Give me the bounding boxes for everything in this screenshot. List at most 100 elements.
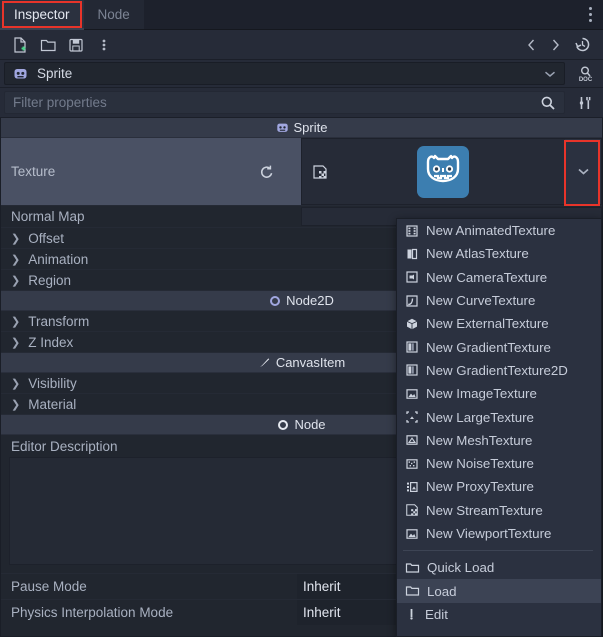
animated-texture-icon [405, 224, 419, 238]
menu-item-edit[interactable]: Edit [397, 603, 601, 626]
kebab-menu-icon[interactable] [577, 0, 603, 29]
property-group-transform-label: Transform [28, 313, 90, 329]
menu-item-new-meshtexture[interactable]: New MeshTexture [397, 429, 601, 452]
menu-item-load[interactable]: Load [397, 579, 601, 603]
menu-item-label: Load [427, 583, 457, 599]
physics-interpolation-mode-label: Physics Interpolation Mode [11, 605, 174, 620]
resource-more-menu-icon[interactable] [90, 32, 118, 58]
gradient-texture-icon [405, 340, 419, 354]
tab-inspector-label: Inspector [14, 7, 70, 22]
menu-item-label: New GradientTexture2D [426, 362, 568, 378]
section-title-node2d: Node2D [286, 293, 334, 308]
chevron-right-icon: ❯ [11, 274, 21, 287]
large-texture-icon [405, 410, 419, 424]
menu-separator [403, 550, 593, 552]
camera-texture-icon [405, 270, 419, 284]
gradient-texture-2d-icon [405, 363, 419, 377]
menu-item-label: New NoiseTexture [426, 456, 534, 472]
menu-item-quick-load[interactable]: Quick Load [397, 556, 601, 579]
menu-item-new-imagetexture[interactable]: New ImageTexture [397, 382, 601, 405]
chevron-right-icon: ❯ [11, 398, 21, 411]
curve-texture-icon [405, 294, 419, 308]
menu-item-new-noisetexture[interactable]: New NoiseTexture [397, 452, 601, 475]
node-type-selector[interactable]: Sprite [4, 62, 565, 85]
search-icon[interactable] [540, 95, 556, 111]
history-back-button[interactable] [519, 32, 543, 58]
property-group-region-label: Region [28, 272, 71, 288]
folder-icon [405, 561, 420, 575]
node2d-icon [269, 295, 281, 307]
menu-item-new-atlastexture[interactable]: New AtlasTexture [397, 242, 601, 265]
viewport-texture-icon [405, 527, 419, 541]
image-texture-icon [405, 387, 419, 401]
chevron-right-icon: ❯ [11, 315, 21, 328]
menu-item-new-proxytexture[interactable]: New ProxyTexture [397, 475, 601, 498]
menu-item-label: New CameraTexture [426, 269, 548, 285]
menu-item-new-gradienttexture[interactable]: New GradientTexture [397, 335, 601, 358]
menu-item-label: New StreamTexture [426, 502, 543, 518]
property-group-material-label: Material [28, 396, 77, 412]
revert-icon[interactable] [259, 164, 275, 180]
sprite-icon [276, 121, 289, 134]
history-forward-button[interactable] [543, 32, 567, 58]
section-title-node: Node [294, 417, 326, 432]
menu-item-new-externaltexture[interactable]: New ExternalTexture [397, 312, 601, 335]
chevron-right-icon: ❯ [11, 377, 21, 390]
menu-item-label: New AnimatedTexture [426, 223, 556, 239]
sprite-node-icon [13, 66, 28, 81]
property-row-texture[interactable]: Texture [1, 138, 602, 206]
tab-bar-spacer [143, 0, 577, 29]
open-documentation-icon[interactable]: DOC [567, 60, 603, 87]
external-texture-icon [405, 317, 419, 331]
menu-item-label: New GradientTexture [426, 339, 551, 355]
chevron-right-icon: ❯ [11, 253, 21, 266]
texture-resource-menu: New AnimatedTexture New AtlasTexture New… [396, 218, 602, 637]
menu-item-new-viewporttexture[interactable]: New ViewportTexture [397, 522, 601, 545]
menu-item-label: New ProxyTexture [426, 479, 534, 495]
mesh-texture-icon [405, 433, 419, 447]
menu-item-label: New CurveTexture [426, 293, 536, 309]
menu-item-label: New ExternalTexture [426, 316, 549, 332]
property-group-visibility-label: Visibility [28, 375, 77, 391]
menu-item-new-cameratexture[interactable]: New CameraTexture [397, 266, 601, 289]
save-icon[interactable] [62, 32, 90, 58]
menu-item-label: New AtlasTexture [426, 246, 529, 262]
texture-value-cell[interactable] [301, 138, 602, 206]
menu-item-label: New ViewportTexture [426, 526, 552, 541]
property-group-offset-label: Offset [28, 230, 64, 246]
edit-pencil-icon [405, 607, 418, 621]
tab-node[interactable]: Node [83, 0, 144, 29]
proxy-texture-icon [405, 480, 419, 494]
filter-row: Filter properties [0, 88, 603, 118]
tab-inspector[interactable]: Inspector [0, 0, 84, 30]
menu-item-new-curvetexture[interactable]: New CurveTexture [397, 289, 601, 312]
canvasitem-brush-icon [258, 356, 271, 369]
folder-icon [405, 584, 420, 598]
godot-robot-icon[interactable] [417, 145, 469, 198]
node-selector-label: Sprite [37, 66, 73, 81]
menu-item-label: New ImageTexture [426, 386, 537, 402]
texture-dropdown-button[interactable] [565, 139, 601, 204]
history-icon[interactable] [567, 32, 597, 58]
noise-texture-icon [405, 457, 419, 471]
menu-item-label: New LargeTexture [426, 409, 534, 425]
section-header-sprite[interactable]: Sprite [1, 118, 602, 138]
new-resource-icon[interactable] [6, 32, 34, 58]
object-tools-icon[interactable] [567, 88, 603, 117]
menu-item-new-streamtexture[interactable]: New StreamTexture [397, 499, 601, 522]
menu-item-label: Quick Load [427, 560, 495, 576]
stream-texture-icon [312, 164, 328, 180]
texture-label: Texture [11, 164, 56, 179]
menu-item-new-gradienttexture2d[interactable]: New GradientTexture2D [397, 359, 601, 382]
chevron-down-icon[interactable] [544, 70, 556, 78]
menu-item-label: Edit [425, 606, 448, 622]
chevron-right-icon: ❯ [11, 232, 21, 245]
property-group-animation-label: Animation [28, 251, 89, 267]
menu-item-new-animatedtexture[interactable]: New AnimatedTexture [397, 219, 601, 242]
open-folder-icon[interactable] [34, 32, 62, 58]
filter-properties-input[interactable]: Filter properties [4, 91, 565, 114]
menu-item-new-largetexture[interactable]: New LargeTexture [397, 405, 601, 428]
editor-description-label-text: Editor Description [11, 438, 118, 454]
atlas-texture-icon [405, 247, 419, 261]
property-group-z-index-label: Z Index [28, 334, 74, 350]
